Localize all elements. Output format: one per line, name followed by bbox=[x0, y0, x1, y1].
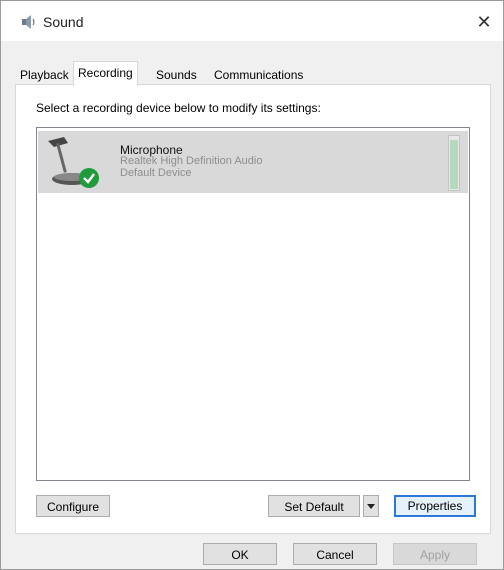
default-check-icon bbox=[78, 167, 100, 189]
device-item-microphone[interactable]: Microphone Realtek High Definition Audio… bbox=[38, 131, 468, 193]
tab-communications[interactable]: Communications bbox=[209, 64, 308, 85]
close-icon: ✕ bbox=[476, 12, 492, 32]
tab-recording[interactable]: Recording bbox=[73, 61, 138, 86]
level-meter bbox=[448, 135, 460, 191]
ok-button[interactable]: OK bbox=[203, 543, 277, 565]
sound-dialog: Sound ✕ Playback Recording Sounds Commun… bbox=[0, 0, 504, 570]
properties-button[interactable]: Properties bbox=[394, 495, 476, 517]
device-status: Default Device bbox=[120, 167, 192, 179]
recording-panel: Select a recording device below to modif… bbox=[15, 84, 491, 534]
apply-button: Apply bbox=[393, 543, 477, 565]
device-driver: Realtek High Definition Audio bbox=[120, 155, 263, 167]
tab-playback[interactable]: Playback bbox=[15, 64, 74, 85]
set-default-button[interactable]: Set Default bbox=[268, 495, 360, 517]
tab-sounds[interactable]: Sounds bbox=[151, 64, 202, 85]
close-button[interactable]: ✕ bbox=[471, 9, 497, 35]
level-meter-fill bbox=[450, 140, 458, 189]
cancel-button[interactable]: Cancel bbox=[293, 543, 377, 565]
instruction-text: Select a recording device below to modif… bbox=[36, 101, 321, 115]
configure-button[interactable]: Configure bbox=[36, 495, 110, 517]
title-bar: Sound ✕ bbox=[1, 1, 503, 41]
device-list[interactable]: Microphone Realtek High Definition Audio… bbox=[36, 127, 470, 481]
speaker-icon bbox=[21, 14, 37, 30]
tab-strip: Playback Recording Sounds Communications bbox=[15, 61, 491, 86]
window-title: Sound bbox=[43, 14, 84, 30]
set-default-dropdown-icon[interactable] bbox=[363, 495, 379, 517]
